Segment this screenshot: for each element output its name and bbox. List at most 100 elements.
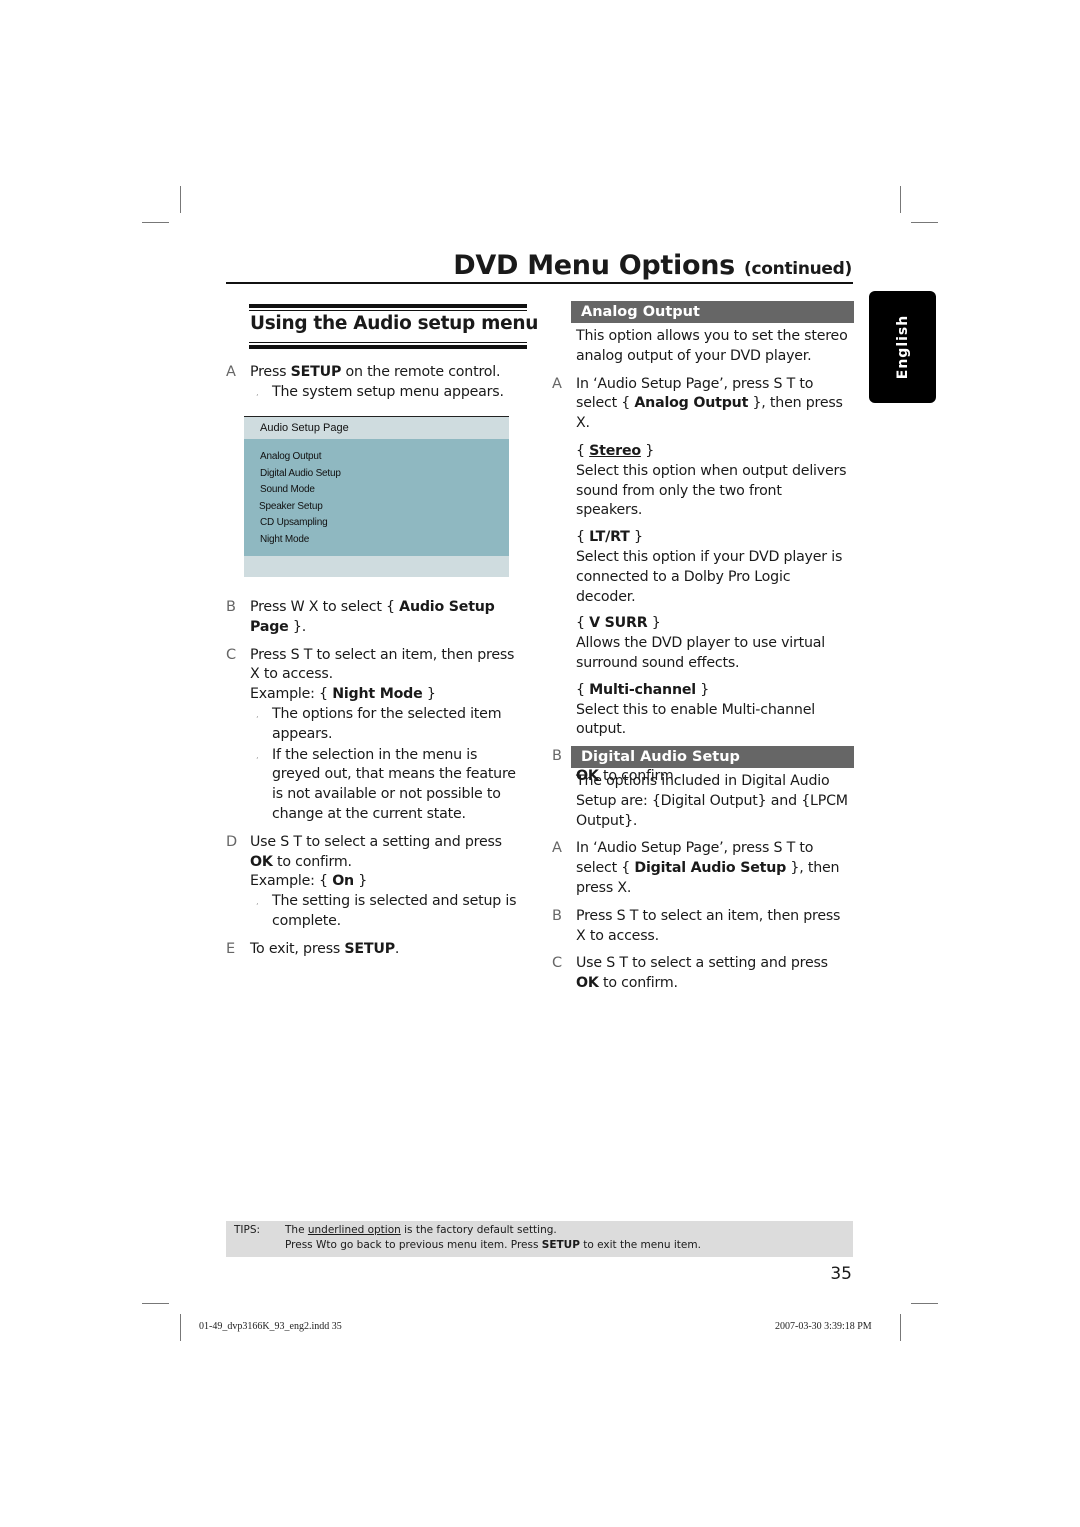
step-text: Press S T to select an item, then press … [576, 907, 841, 944]
menu-item: Sound Mode [260, 484, 315, 495]
step-letter: B [552, 907, 562, 924]
crop-mark [900, 1314, 901, 1341]
option-desc: Select this option when output delivers … [576, 462, 847, 519]
result-note: ‚ The options for the selected item appea… [250, 705, 526, 745]
menu-item: CD Upsampling [260, 517, 328, 528]
step-e: E To exit, press SETUP. [226, 940, 526, 960]
tips-underlined: underlined option [307, 1224, 401, 1236]
key-name: SETUP [344, 940, 395, 957]
step-text: To exit, press [250, 940, 345, 957]
crop-mark [180, 186, 181, 213]
section-rule [249, 342, 527, 343]
crop-mark [180, 1314, 181, 1341]
step-letter: A [552, 375, 562, 392]
menu-name: Digital Audio Setup [634, 860, 787, 877]
step-text: Press [250, 364, 291, 380]
example-label: Example: { [250, 873, 333, 890]
digital-intro: The options included in Digital Audio Se… [576, 773, 848, 829]
section-title: Using the Audio setup menu [250, 313, 539, 334]
bullet-icon: ‚ [256, 750, 259, 760]
step-text: Use S T to select a setting and press [250, 833, 502, 850]
menu-item: Digital Audio Setup [260, 467, 341, 479]
page-number: 35 [830, 1264, 852, 1284]
result-text: The options for the selected item appear… [272, 705, 502, 742]
key-name: OK [250, 853, 273, 870]
option-vsurr: { V SURR } Allows the DVD player to use … [552, 614, 852, 673]
key-name: OK [576, 975, 599, 992]
section-rule [249, 310, 527, 311]
example-label: Example: { [250, 686, 333, 703]
tips-line: The underlined option is the factory def… [285, 1223, 557, 1238]
section-rule [249, 304, 527, 308]
result-text: The setting is selected and setup is com… [272, 893, 517, 929]
example-value: Night Mode [332, 686, 423, 703]
example-label: } [422, 686, 436, 703]
left-column-steps: B Press W X to select { Audio Setup Page… [226, 598, 526, 968]
step-text: . [394, 940, 400, 957]
option-ltrt: { LT/RT } Select this option if your DVD… [552, 528, 852, 607]
bullet-icon: ‚ [256, 897, 259, 907]
step-a: A In ‘Audio Setup Page’, press S T to se… [552, 375, 852, 434]
key-name: SETUP [541, 1239, 580, 1251]
step-text: to confirm. [272, 853, 352, 870]
page-title-continued: (continued) [744, 259, 852, 279]
step-b: B Press S T to select an item, then pres… [552, 907, 852, 947]
key-name: SETUP [290, 364, 342, 380]
result-text: If the selection in the menu is greyed o… [272, 746, 516, 822]
step-text: on the remote control. [341, 364, 501, 380]
slug-timestamp: 2007-03-30 3:39:18 PM [775, 1321, 872, 1332]
left-column-top: A Press SETUP on the remote control. ‚ Th… [226, 363, 526, 411]
audio-setup-menu-illustration: Audio Setup Page Analog Output Digital A… [244, 416, 509, 577]
menu-item: Speaker Setup [259, 500, 323, 512]
crop-mark [911, 222, 938, 223]
page-title-text: DVD Menu Options [453, 250, 735, 281]
analog-output-section: This option allows you to set the stereo… [552, 327, 852, 795]
step-c: C Press S T to select an item, then pres… [226, 646, 526, 825]
option-name: Stereo [589, 442, 641, 459]
menu-header: Audio Setup Page [260, 422, 349, 434]
step-letter: D [226, 833, 237, 850]
crop-mark [911, 1303, 938, 1304]
tips-box: TIPS: The underlined option is the facto… [226, 1221, 853, 1257]
section-rule [249, 345, 527, 349]
bullet-icon: ‚ [256, 387, 259, 397]
step-letter: C [552, 955, 562, 972]
result-note: ‚ If the selection in the menu is greyed … [250, 746, 526, 825]
language-tab: English [869, 291, 936, 403]
menu-name: Analog Output [634, 395, 749, 412]
page-title: DVD Menu Options (continued) [453, 250, 852, 281]
step-a: A In ‘Audio Setup Page’, press S T to se… [552, 839, 852, 898]
analog-output-heading: Analog Output [571, 301, 854, 323]
example: Example: { Night Mode } [250, 685, 526, 705]
crop-mark [142, 222, 169, 223]
step-text: Use S T to select a setting and press [576, 955, 828, 972]
option-multichannel: { Multi-channel } Select this to enable … [552, 681, 852, 740]
digital-audio-setup-heading: Digital Audio Setup [571, 746, 854, 768]
step-c: C Use S T to select a setting and press … [552, 954, 852, 994]
option-name: LT/RT [589, 529, 630, 546]
tips-text: The [285, 1224, 308, 1236]
example-label: } [353, 873, 368, 890]
step-letter: B [552, 748, 562, 765]
step-letter: C [226, 646, 236, 663]
slug-file: 01-49_dvp3166K_93_eng2.indd 35 [199, 1321, 342, 1332]
option-desc: Allows the DVD player to use virtual sur… [576, 635, 826, 671]
menu-list: Analog Output Digital Audio Setup Sound … [244, 449, 341, 548]
tips-label: TIPS: [234, 1224, 261, 1236]
tips-line: Press Wto go back to previous menu item.… [285, 1238, 701, 1253]
menu-item: Analog Output [260, 451, 322, 462]
tips-text: to exit the menu item. [579, 1239, 701, 1251]
result-text: The system setup menu appears. [272, 383, 504, 400]
header-rule [226, 282, 853, 284]
step-text: Press S T to select an item, then press … [250, 646, 515, 683]
crop-mark [900, 186, 901, 213]
menu-body: Analog Output Digital Audio Setup Sound … [244, 439, 509, 556]
example: Example: { On } [250, 872, 526, 892]
bullet-icon: ‚ [256, 709, 259, 719]
option-stereo: { Stereo } Select this option when outpu… [552, 442, 852, 521]
analog-intro: This option allows you to set the stereo… [576, 328, 848, 364]
language-tab-label: English [894, 314, 911, 380]
option-desc: Select this option if your DVD player is… [576, 548, 843, 605]
tips-text: is the factory default setting. [400, 1224, 557, 1236]
menu-item: Night Mode [260, 533, 310, 545]
